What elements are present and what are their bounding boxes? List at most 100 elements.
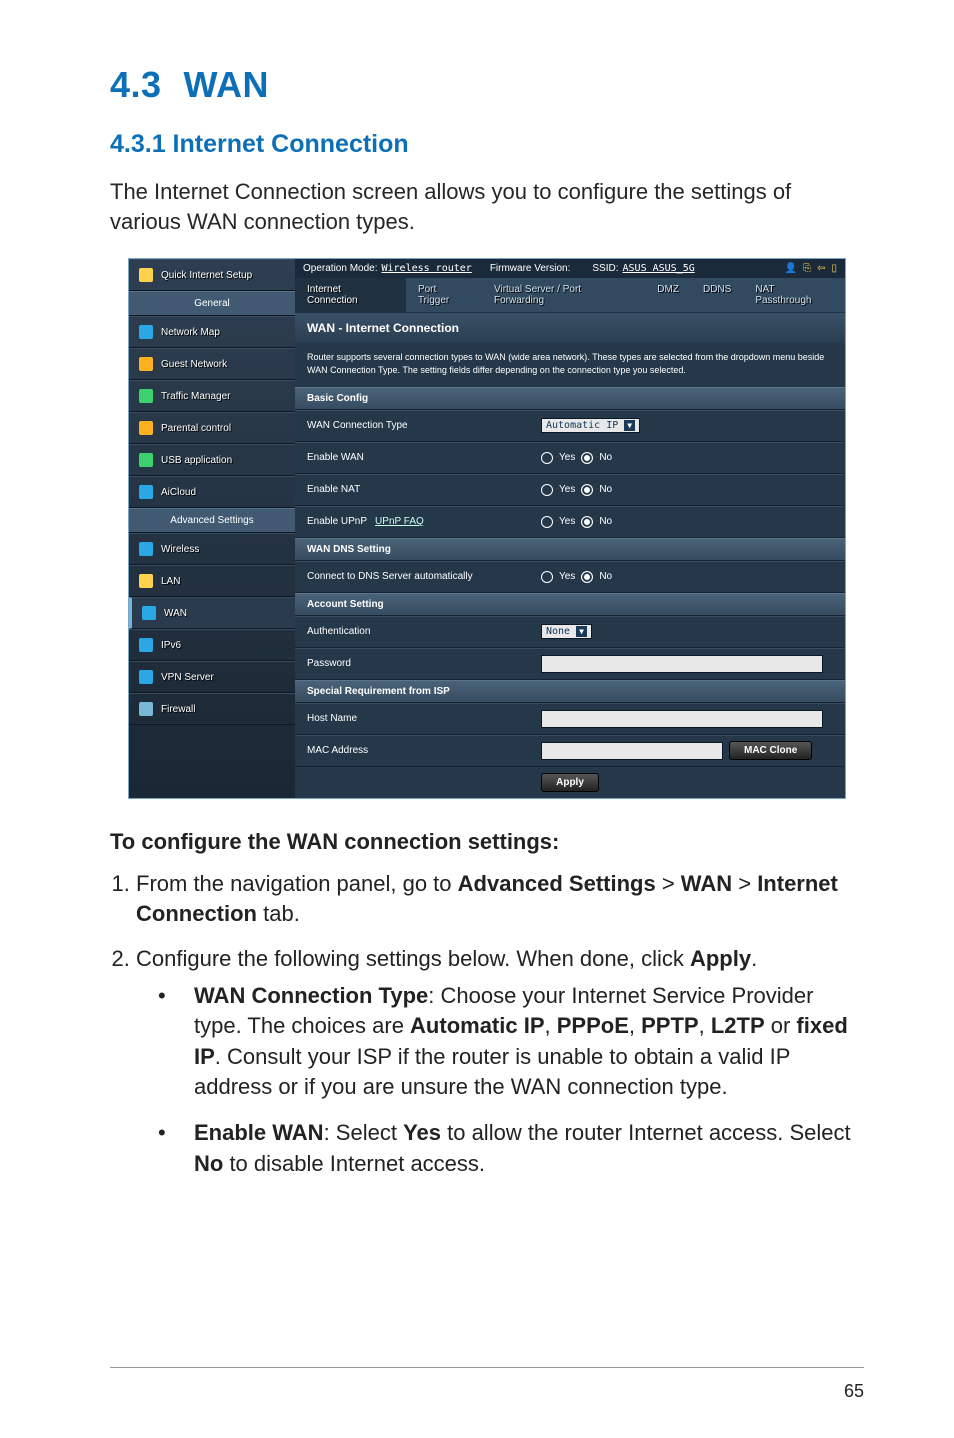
network-icon (139, 325, 153, 339)
settings-icon[interactable]: ⎘ (803, 263, 811, 274)
sidebar-item-aicloud[interactable]: AiCloud (129, 476, 295, 508)
panel-desc: Router supports several connection types… (295, 343, 845, 386)
section-name: WAN (184, 64, 270, 105)
ipv6-icon (139, 638, 153, 652)
sidebar-item-ipv6[interactable]: IPv6 (129, 629, 295, 661)
mobile-icon[interactable]: ▯ (831, 263, 837, 274)
sidebar-item-label: AiCloud (161, 487, 196, 498)
row-enable-nat: Enable NAT Yes No (295, 474, 845, 506)
radio-label: No (599, 571, 612, 582)
people-icon (139, 357, 153, 371)
mac-input[interactable] (541, 742, 723, 760)
sidebar-item-label: VPN Server (161, 672, 214, 683)
upnp-faq-link[interactable]: UPnP FAQ (375, 516, 424, 527)
tab-port-trigger[interactable]: Port Trigger (406, 278, 482, 312)
section-account-setting: Account Setting (295, 593, 845, 616)
radio-label: Yes (559, 452, 575, 463)
mac-clone-button[interactable]: MAC Clone (729, 741, 812, 760)
intro-paragraph: The Internet Connection screen allows yo… (110, 177, 864, 236)
password-input[interactable] (541, 655, 823, 673)
sidebar-item-label: LAN (161, 576, 180, 587)
panel-title: WAN - Internet Connection (295, 313, 845, 343)
sidebar-item-label: USB application (161, 455, 232, 466)
op-mode-value[interactable]: Wireless router (382, 263, 472, 274)
enable-wan-yes-radio[interactable] (541, 452, 553, 464)
tab-virtual-server[interactable]: Virtual Server / Port Forwarding (482, 278, 645, 312)
sidebar-item-qis[interactable]: Quick Internet Setup (129, 259, 295, 291)
tabs: Internet Connection Port Trigger Virtual… (295, 278, 845, 313)
sidebar-item-traffic-manager[interactable]: Traffic Manager (129, 380, 295, 412)
section-wan-dns: WAN DNS Setting (295, 538, 845, 561)
logout-icon[interactable]: ⇦ (817, 263, 825, 274)
sidebar: Quick Internet Setup General Network Map… (129, 259, 295, 797)
tab-internet-connection[interactable]: Internet Connection (295, 278, 406, 312)
row-mac-address: MAC Address MAC Clone (295, 735, 845, 767)
section-isp-requirement: Special Requirement from ISP (295, 680, 845, 703)
ssid-value[interactable]: ASUS ASUS_5G (623, 263, 695, 274)
row-enable-wan: Enable WAN Yes No (295, 442, 845, 474)
topbar-icons: 👤 ⎘ ⇦ ▯ (785, 263, 837, 274)
globe-icon (142, 606, 156, 620)
sidebar-item-vpn-server[interactable]: VPN Server (129, 661, 295, 693)
enable-nat-yes-radio[interactable] (541, 484, 553, 496)
auth-label: Authentication (295, 620, 529, 643)
ssid-label: SSID: (592, 263, 618, 274)
section-basic-config: Basic Config (295, 387, 845, 410)
radio-label: Yes (559, 571, 575, 582)
footer-rule (110, 1367, 864, 1368)
enable-upnp-no-radio[interactable] (581, 516, 593, 528)
sidebar-item-firewall[interactable]: Firewall (129, 693, 295, 725)
bullet-enable-wan: Enable WAN: Select Yes to allow the rout… (136, 1118, 864, 1179)
sidebar-item-wireless[interactable]: Wireless (129, 533, 295, 565)
sidebar-heading-general: General (129, 291, 295, 316)
dns-yes-radio[interactable] (541, 571, 553, 583)
enable-nat-no-radio[interactable] (581, 484, 593, 496)
op-mode-label: Operation Mode: (303, 263, 378, 274)
sidebar-item-label: IPv6 (161, 640, 181, 651)
sidebar-item-parental-control[interactable]: Parental control (129, 412, 295, 444)
radio-label: Yes (559, 516, 575, 527)
wan-type-select[interactable]: Automatic IP (541, 418, 640, 433)
sidebar-heading-advanced: Advanced Settings (129, 508, 295, 533)
sidebar-item-label: WAN (164, 608, 187, 619)
sidebar-item-usb-application[interactable]: USB application (129, 444, 295, 476)
sidebar-item-lan[interactable]: LAN (129, 565, 295, 597)
tab-ddns[interactable]: DDNS (691, 278, 743, 312)
dns-auto-label: Connect to DNS Server automatically (295, 565, 529, 588)
wan-type-label: WAN Connection Type (295, 414, 529, 437)
usb-icon (139, 453, 153, 467)
main-panel: Operation Mode: Wireless router Firmware… (295, 259, 845, 797)
mac-label: MAC Address (295, 739, 529, 762)
auth-select[interactable]: None (541, 624, 592, 639)
sidebar-item-label: Traffic Manager (161, 391, 230, 402)
enable-nat-label: Enable NAT (295, 478, 529, 501)
host-name-input[interactable] (541, 710, 823, 728)
enable-upnp-yes-radio[interactable] (541, 516, 553, 528)
sidebar-item-label: Firewall (161, 704, 195, 715)
radio-label: No (599, 484, 612, 495)
host-name-label: Host Name (295, 707, 529, 730)
fw-label: Firmware Version: (490, 263, 571, 274)
user-icon[interactable]: 👤 (785, 263, 797, 274)
enable-wan-no-radio[interactable] (581, 452, 593, 464)
dns-no-radio[interactable] (581, 571, 593, 583)
sidebar-item-label: Quick Internet Setup (161, 270, 252, 281)
sub-bullets: WAN Connection Type: Choose your Interne… (136, 981, 864, 1179)
step-2: Configure the following settings below. … (136, 944, 864, 1179)
sidebar-item-wan[interactable]: WAN (129, 597, 295, 629)
vpn-icon (139, 670, 153, 684)
tab-dmz[interactable]: DMZ (645, 278, 691, 312)
lock-icon (139, 421, 153, 435)
apply-button[interactable]: Apply (541, 773, 599, 792)
radio-label: No (599, 452, 612, 463)
password-label: Password (295, 652, 529, 675)
sidebar-item-label: Wireless (161, 544, 199, 555)
subsection-title: 4.3.1 Internet Connection (110, 130, 864, 159)
tab-nat-passthrough[interactable]: NAT Passthrough (743, 278, 845, 312)
wand-icon (139, 268, 153, 282)
sidebar-item-guest-network[interactable]: Guest Network (129, 348, 295, 380)
sidebar-item-label: Network Map (161, 327, 220, 338)
sidebar-item-network-map[interactable]: Network Map (129, 316, 295, 348)
page-number: 65 (844, 1381, 864, 1402)
cloud-icon (139, 485, 153, 499)
